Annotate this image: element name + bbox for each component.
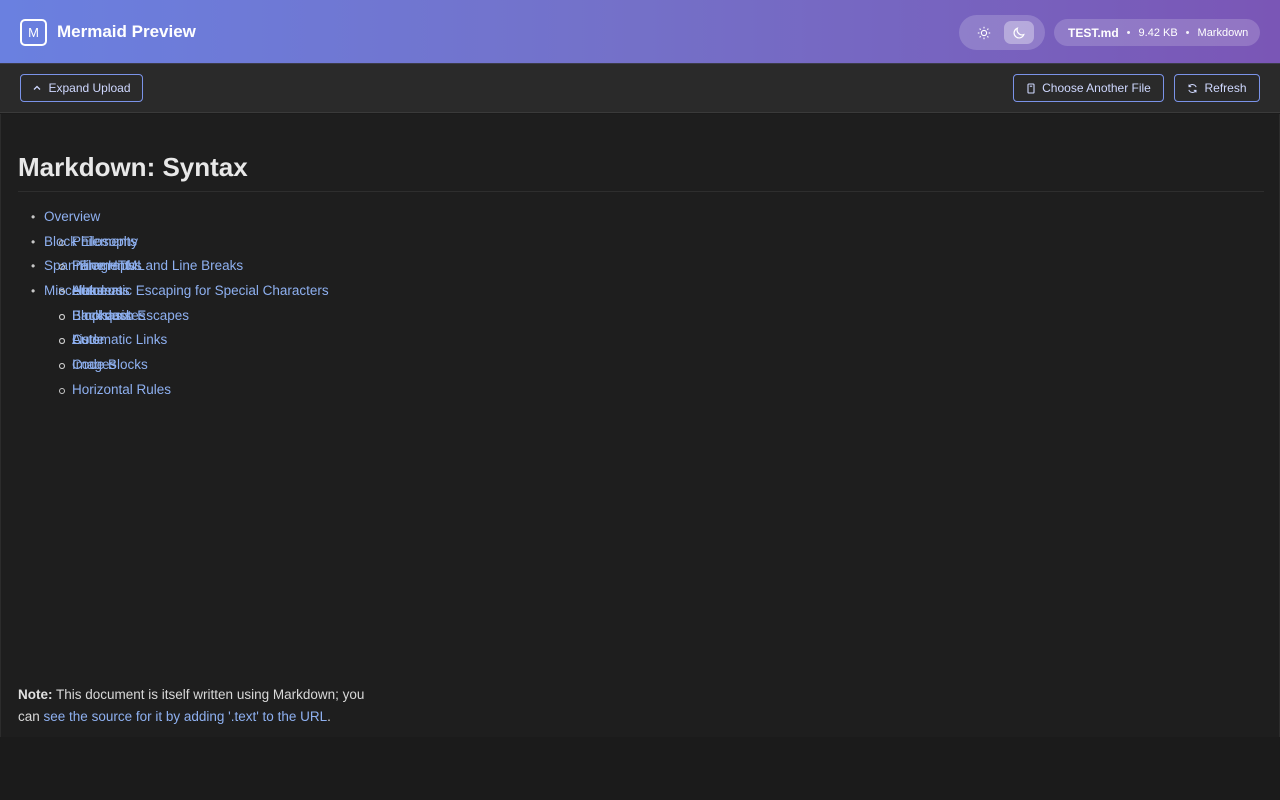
table-of-contents: Overview Philosophy Inline HTML Automati… [31, 205, 329, 397]
toc-link-backslash-escapes[interactable]: Backslash Escapes [72, 308, 189, 323]
file-type: Markdown [1197, 26, 1249, 39]
file-icon [1027, 82, 1035, 94]
choose-another-file-button[interactable]: Choose Another File [1013, 74, 1164, 102]
title-divider [18, 191, 1264, 192]
toc-item: Span Elements Links Emphasis Code Images [31, 254, 329, 372]
light-theme-button[interactable] [969, 21, 999, 44]
toc-item: Block Elements Paragraphs and Line Break… [31, 230, 329, 397]
app-logo: M [20, 19, 47, 46]
document-title: Markdown: Syntax [18, 152, 248, 182]
note-label: Note: [18, 687, 53, 702]
toc-link-span-elements[interactable]: Span Elements [44, 258, 136, 273]
note-paragraph: Note: This document is itself written us… [18, 684, 378, 728]
refresh-button[interactable]: Refresh [1174, 74, 1260, 102]
logo-letter: M [28, 25, 39, 40]
file-name: TEST.md [1068, 25, 1119, 40]
toolbar: Expand Upload Choose Another File Refres… [0, 64, 1280, 113]
app-title: Mermaid Preview [57, 22, 196, 41]
note-end: . [327, 709, 331, 724]
toc-subitem: Images [59, 353, 329, 378]
separator-dot: • [1126, 26, 1131, 39]
dark-theme-button[interactable] [1004, 21, 1034, 44]
chevron-up-icon [34, 85, 41, 90]
expand-upload-label: Expand Upload [48, 81, 131, 95]
toc-link-automatic-links[interactable]: Automatic Links [72, 332, 167, 347]
moon-icon [1013, 26, 1025, 38]
toc-subitem: Automatic Links [59, 328, 329, 353]
file-info-badge: TEST.md • 9.42 KB • Markdown [1054, 19, 1260, 46]
separator-dot: • [1185, 26, 1190, 39]
empty-background [0, 737, 1280, 800]
expand-upload-button[interactable]: Expand Upload [20, 74, 143, 102]
toc-subitem: Horizontal Rules [59, 378, 329, 403]
toc-subitem: Backslash Escapes [59, 304, 329, 329]
toc-link-horizontal-rules[interactable]: Horizontal Rules [72, 382, 171, 397]
choose-another-file-label: Choose Another File [1042, 81, 1151, 95]
toc-item: Miscellaneous Backslash Escapes Automati… [31, 279, 329, 347]
refresh-label: Refresh [1204, 81, 1247, 95]
refresh-icon [1188, 83, 1198, 93]
sun-icon [977, 26, 991, 39]
source-link[interactable]: see the source for it by adding '.text' … [44, 709, 328, 724]
markdown-preview: Markdown: Syntax Overview Philosophy Inl… [0, 114, 1280, 737]
toc-link-miscellaneous[interactable]: Miscellaneous [44, 283, 130, 298]
toc-item: Overview Philosophy Inline HTML Automati… [31, 205, 329, 298]
app-header: M Mermaid Preview TEST.md • 9.42 KB • Ma… [0, 0, 1280, 64]
theme-toggle [959, 15, 1045, 50]
toc-link-block-elements[interactable]: Block Elements [44, 234, 137, 249]
toc-link-overview[interactable]: Overview [44, 209, 100, 224]
file-size: 9.42 KB [1138, 26, 1178, 39]
toc-link-images[interactable]: Images [72, 357, 116, 372]
